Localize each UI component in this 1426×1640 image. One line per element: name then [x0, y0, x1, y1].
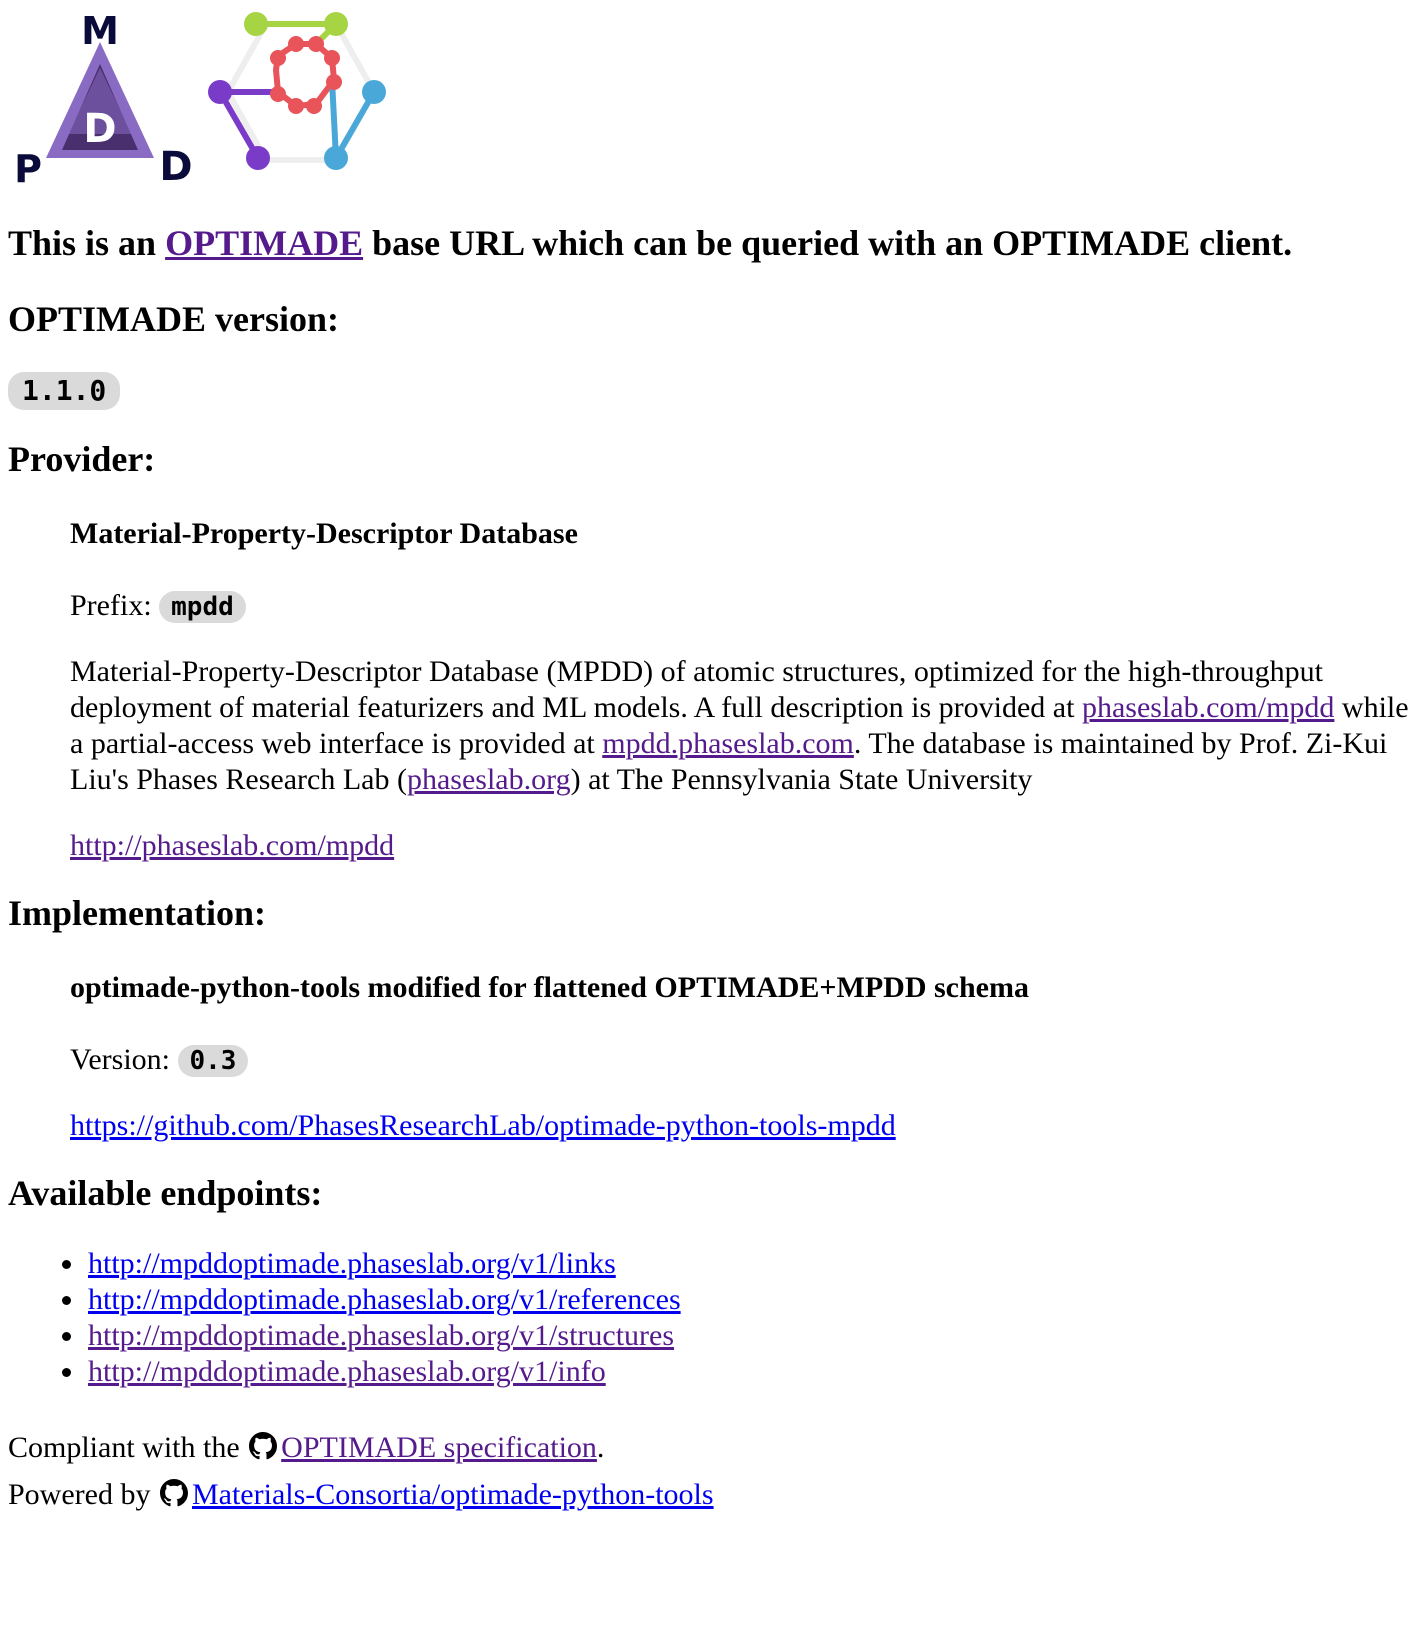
intro-suffix: base URL which can be queried with an OP…	[363, 223, 1293, 263]
implementation-section: optimade-python-tools modified for flatt…	[70, 968, 1418, 1144]
compliant-suffix: .	[596, 1431, 605, 1464]
svg-text:P: P	[14, 147, 42, 186]
footer: Compliant with the OPTIMADE specificatio…	[8, 1426, 1418, 1520]
optimade-python-tools-link[interactable]: Materials-Consortia/optimade-python-tool…	[192, 1478, 714, 1511]
intro-prefix: This is an	[8, 223, 166, 263]
implementation-version-label: Version:	[70, 1043, 178, 1076]
endpoint-structures-link[interactable]: http://mpddoptimade.phaseslab.org/v1/str…	[88, 1319, 674, 1352]
github-icon	[159, 1476, 188, 1520]
endpoint-references-link[interactable]: http://mpddoptimade.phaseslab.org/v1/ref…	[88, 1283, 681, 1316]
endpoints-heading: Available endpoints:	[8, 1173, 323, 1213]
optimade-spec-link[interactable]: OPTIMADE specification	[281, 1431, 597, 1464]
provider-homepage-row: http://phaseslab.com/mpdd	[70, 828, 1418, 864]
implementation-source-link[interactable]: https://github.com/PhasesResearchLab/opt…	[70, 1109, 896, 1142]
provider-homepage-link[interactable]: http://phaseslab.com/mpdd	[70, 829, 394, 862]
mpdd-logo: M D P D	[14, 10, 193, 186]
powered-line: Powered by Materials-Consortia/optimade-…	[8, 1473, 1418, 1520]
endpoints-list: http://mpddoptimade.phaseslab.org/v1/lin…	[8, 1246, 1418, 1390]
intro-heading: This is an OPTIMADE base URL which can b…	[8, 220, 1418, 266]
provider-heading: Provider:	[8, 439, 156, 479]
list-item: http://mpddoptimade.phaseslab.org/v1/inf…	[86, 1354, 1418, 1390]
implementation-version-badge: 0.3	[177, 1045, 249, 1077]
endpoint-links-link[interactable]: http://mpddoptimade.phaseslab.org/v1/lin…	[88, 1247, 616, 1280]
compliant-prefix: Compliant with the	[8, 1431, 248, 1464]
implementation-name: optimade-python-tools modified for flatt…	[70, 971, 1029, 1004]
github-icon	[249, 1429, 278, 1473]
prefix-badge: mpdd	[159, 591, 246, 623]
compliance-line: Compliant with the OPTIMADE specificatio…	[8, 1426, 1418, 1473]
version-row: 1.1.0	[8, 372, 1418, 410]
implementation-version-row: Version: 0.3	[70, 1042, 1418, 1078]
logo-row: M D P D	[8, 10, 1418, 198]
optimade-logo	[208, 12, 386, 170]
list-item: http://mpddoptimade.phaseslab.org/v1/ref…	[86, 1282, 1418, 1318]
svg-text:D: D	[83, 106, 116, 152]
svg-text:M: M	[81, 10, 119, 53]
provider-description: Material-Property-Descriptor Database (M…	[70, 654, 1418, 798]
prefix-label: Prefix:	[70, 589, 160, 622]
svg-text:D: D	[159, 144, 192, 186]
implementation-source-row: https://github.com/PhasesResearchLab/opt…	[70, 1108, 1418, 1144]
list-item: http://mpddoptimade.phaseslab.org/v1/lin…	[86, 1246, 1418, 1282]
phaseslab-org-link[interactable]: phaseslab.org	[407, 763, 571, 796]
version-heading: OPTIMADE version:	[8, 299, 339, 339]
implementation-heading: Implementation:	[8, 893, 266, 933]
list-item: http://mpddoptimade.phaseslab.org/v1/str…	[86, 1318, 1418, 1354]
optimade-link[interactable]: OPTIMADE	[165, 223, 363, 263]
provider-section: Material-Property-Descriptor Database Pr…	[70, 514, 1418, 864]
mpdd-web-link[interactable]: mpdd.phaseslab.com	[602, 727, 854, 760]
phaseslab-mpdd-link[interactable]: phaseslab.com/mpdd	[1082, 691, 1334, 724]
provider-prefix-row: Prefix: mpdd	[70, 588, 1418, 624]
provider-name: Material-Property-Descriptor Database	[70, 517, 578, 550]
description-text-4: ) at The Pennsylvania State University	[570, 763, 1033, 796]
powered-prefix: Powered by	[8, 1478, 158, 1511]
version-badge: 1.1.0	[8, 372, 121, 410]
endpoint-info-link[interactable]: http://mpddoptimade.phaseslab.org/v1/inf…	[88, 1355, 606, 1388]
